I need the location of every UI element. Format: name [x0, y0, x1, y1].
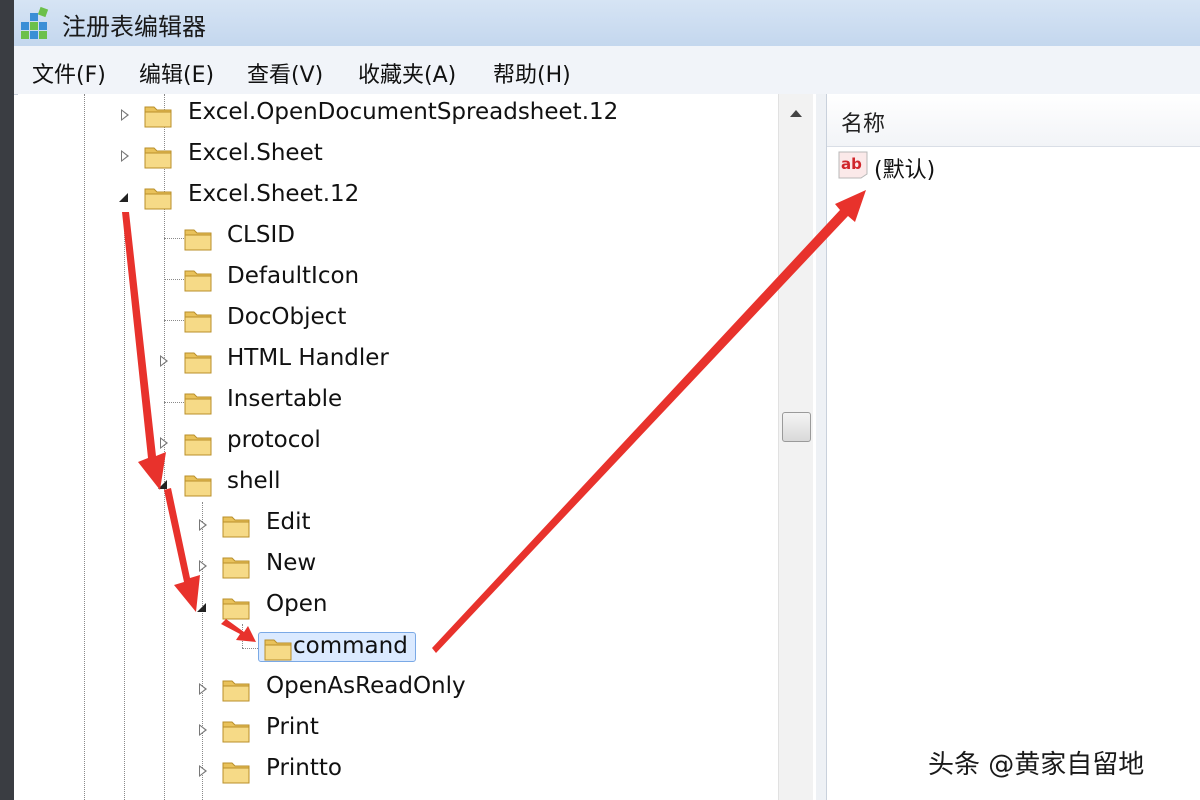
menu-edit[interactable]: 编辑(E)	[139, 57, 214, 89]
menu-file[interactable]: 文件(F)	[32, 57, 106, 89]
tree-node-label: protocol	[227, 427, 321, 453]
tree-node-defaulticon[interactable]: DefaultIcon	[18, 260, 778, 298]
folder-icon	[144, 147, 172, 169]
tree-node-label: Edit	[266, 509, 311, 535]
window-title: 注册表编辑器	[62, 13, 206, 41]
tree-node-label: Excel.OpenDocumentSpreadsheet.12	[188, 99, 619, 125]
tree-node-shell[interactable]: shell	[18, 465, 778, 503]
tree-node-label: Print	[266, 714, 319, 740]
tree-node-label: Printto	[266, 755, 342, 781]
folder-icon	[222, 557, 250, 579]
values-pane[interactable]: 名称 ab (默认)	[826, 94, 1200, 800]
expand-arrow-icon[interactable]	[199, 519, 207, 531]
folder-icon	[184, 311, 212, 333]
title-bar[interactable]: 注册表编辑器	[14, 0, 1200, 46]
folder-icon	[144, 106, 172, 128]
folder-icon	[184, 475, 212, 497]
folder-icon	[184, 352, 212, 374]
folder-icon	[222, 598, 250, 620]
tree-node-insertable[interactable]: Insertable	[18, 383, 778, 421]
folder-icon	[184, 393, 212, 415]
tree-node-label: Insertable	[227, 386, 343, 412]
expand-arrow-icon[interactable]	[199, 724, 207, 736]
tree-node-new[interactable]: New	[18, 547, 778, 585]
folder-icon	[184, 229, 212, 251]
expand-arrow-icon[interactable]	[121, 150, 129, 162]
menu-help[interactable]: 帮助(H)	[493, 57, 571, 89]
string-value-icon: ab	[838, 151, 868, 179]
folder-icon	[144, 188, 172, 210]
folder-icon	[184, 270, 212, 292]
expand-arrow-icon[interactable]	[199, 683, 207, 695]
menu-bar: 文件(F) 编辑(E) 查看(V) 收藏夹(A) 帮助(H)	[14, 46, 1200, 95]
collapse-arrow-icon[interactable]	[119, 193, 128, 202]
tree-node-label: OpenAsReadOnly	[266, 673, 466, 699]
folder-icon	[222, 680, 250, 702]
tree-node-printto[interactable]: Printto	[18, 752, 778, 790]
scroll-thumb[interactable]	[782, 412, 811, 442]
tree-node-protocol[interactable]: protocol	[18, 424, 778, 462]
desktop-edge	[0, 0, 14, 800]
expand-arrow-icon[interactable]	[121, 109, 129, 121]
registry-editor-window: 注册表编辑器 文件(F) 编辑(E) 查看(V) 收藏夹(A) 帮助(H) Ex…	[0, 0, 1200, 800]
tree-node-label: CLSID	[227, 222, 295, 248]
folder-icon	[222, 721, 250, 743]
pane-splitter[interactable]	[816, 94, 826, 800]
regedit-icon	[21, 6, 49, 39]
tree-node-open[interactable]: Open	[18, 588, 778, 626]
tree-node-label: DefaultIcon	[227, 263, 360, 289]
tree-scrollbar[interactable]	[778, 94, 813, 800]
scroll-up-arrow-icon[interactable]	[779, 94, 813, 134]
expand-arrow-icon[interactable]	[160, 437, 168, 449]
menu-favorites[interactable]: 收藏夹(A)	[358, 57, 456, 89]
menu-view[interactable]: 查看(V)	[247, 57, 323, 89]
value-row-default[interactable]: ab (默认)	[837, 149, 1137, 183]
tree-node-docobject[interactable]: DocObject	[18, 301, 778, 339]
registry-tree[interactable]: Excel.OpenDocumentSpreadsheet.12 Excel.S…	[18, 94, 826, 800]
collapse-arrow-icon[interactable]	[158, 480, 167, 489]
tree-node-edit[interactable]: Edit	[18, 506, 778, 544]
tree-node-partial[interactable]	[18, 793, 778, 800]
tree-node-label: New	[266, 550, 317, 576]
expand-arrow-icon[interactable]	[199, 765, 207, 777]
column-header-name[interactable]: 名称	[841, 106, 885, 138]
folder-icon	[264, 639, 292, 661]
tree-node-label: Excel.Sheet.12	[188, 181, 360, 207]
svg-text:ab: ab	[841, 155, 862, 173]
folder-icon	[222, 516, 250, 538]
tree-node-label: Excel.Sheet	[188, 140, 323, 166]
folder-icon	[184, 434, 212, 456]
watermark-text: 头条 @黄家自留地	[928, 750, 1145, 780]
collapse-arrow-icon[interactable]	[197, 603, 206, 612]
tree-node-clsid[interactable]: CLSID	[18, 219, 778, 257]
tree-node-label: shell	[227, 468, 281, 494]
tree-node-print[interactable]: Print	[18, 711, 778, 749]
values-list-header: 名称	[827, 94, 1200, 147]
tree-node-openasreadonly[interactable]: OpenAsReadOnly	[18, 670, 778, 708]
tree-node-label: Open	[266, 591, 328, 617]
expand-arrow-icon[interactable]	[199, 560, 207, 572]
folder-icon	[222, 762, 250, 784]
tree-node-label: DocObject	[227, 304, 347, 330]
tree-node-html-handler[interactable]: HTML Handler	[18, 342, 778, 380]
value-name: (默认)	[874, 158, 936, 183]
tree-node-excel-sheet-12[interactable]: Excel.Sheet.12	[18, 178, 778, 216]
expand-arrow-icon[interactable]	[160, 355, 168, 367]
tree-node-excel-opendocumentspreadsheet-12[interactable]: Excel.OpenDocumentSpreadsheet.12	[18, 96, 778, 134]
tree-node-label: HTML Handler	[227, 345, 389, 371]
tree-node-excel-sheet[interactable]: Excel.Sheet	[18, 137, 778, 175]
tree-node-command-selected[interactable]: command	[18, 629, 778, 667]
